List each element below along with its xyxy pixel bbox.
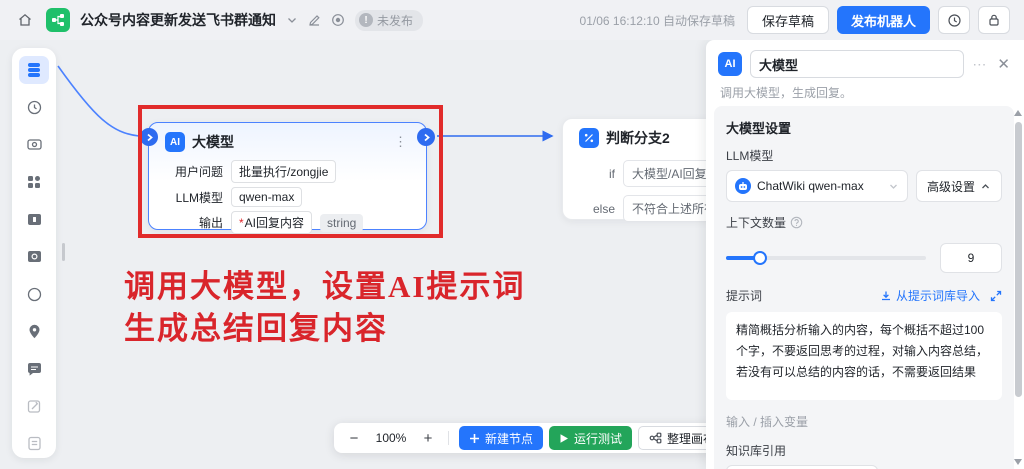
sidebar-item-wallet-node[interactable] <box>19 131 49 159</box>
node-output-type: string <box>320 213 364 232</box>
annotation-text: 调用大模型，设置AI提示词 生成总结回复内容 <box>124 269 526 346</box>
branch-else-label: else <box>592 201 615 216</box>
autosave-status: 01/06 16:12:10 自动保存草稿 <box>579 13 735 28</box>
context-count-slider[interactable] <box>726 251 926 265</box>
home-icon[interactable] <box>14 9 36 31</box>
context-count-input[interactable] <box>940 243 1002 273</box>
scroll-up-arrow[interactable] <box>1014 110 1022 116</box>
workflow-title: 公众号内容更新发送飞书群通知 <box>80 12 276 28</box>
node-menu-icon[interactable]: ⋮ <box>394 134 412 150</box>
sidebar-item-compose-node[interactable] <box>19 392 49 420</box>
node-field-label: LLM模型 <box>175 190 223 205</box>
slider-handle[interactable] <box>753 251 767 265</box>
branch-if-label: if <box>609 166 615 181</box>
sidebar-item-doc-node[interactable] <box>19 430 49 458</box>
context-count-label: 上下文数量 <box>726 214 1002 231</box>
status-badge: ! 未发布 <box>355 9 424 31</box>
scrollbar-thumb[interactable] <box>1015 122 1022 397</box>
lock-button[interactable] <box>978 6 1010 34</box>
zoom-level: 100% <box>375 431 407 445</box>
branch-node-icon <box>579 128 599 148</box>
insert-variable-hint[interactable]: 输入 / 插入变量 <box>726 413 1002 430</box>
more-options-icon[interactable]: ⋯ <box>972 56 987 73</box>
advanced-settings-button[interactable]: 高级设置 <box>915 170 1002 202</box>
input-connector[interactable] <box>140 128 158 146</box>
output-connector[interactable] <box>417 128 435 146</box>
help-icon[interactable] <box>790 216 803 229</box>
sidebar-item-apps-node[interactable] <box>19 168 49 196</box>
expand-prompt-icon[interactable] <box>990 290 1002 302</box>
prompt-label: 提示词 <box>726 289 763 303</box>
sidebar-item-pin-node[interactable] <box>19 318 49 346</box>
llm-model-value: ChatWiki qwen-max <box>757 179 864 193</box>
model-settings-card: 大模型设置 LLM模型 ChatWiki qwen-max 高级设置 上下文数量 <box>714 106 1014 469</box>
topbar: 公众号内容更新发送飞书群通知 ! 未发布 01/06 16:12:10 自动保存… <box>0 0 1024 40</box>
zoom-in-button[interactable]: + <box>418 430 438 447</box>
robot-icon <box>735 178 751 194</box>
sidebar-item-disc-node[interactable] <box>19 243 49 271</box>
llm-node[interactable]: AI 大模型 ⋮ 用户问题 批量执行/zongjie LLM模型 qwen-ma… <box>140 122 435 234</box>
canvas-toolbar: − 100% + 新建节点 运行测试 整理画布 <box>334 423 733 453</box>
toolbar-divider <box>448 431 449 445</box>
node-field-value: qwen-max <box>231 187 303 207</box>
status-badge-label: 未发布 <box>377 13 414 28</box>
app-logo-icon[interactable] <box>46 8 70 32</box>
chevron-down-icon <box>890 184 897 189</box>
run-test-button[interactable]: 运行测试 <box>549 426 633 450</box>
canvas-scroll-thumb[interactable] <box>62 243 65 261</box>
scroll-down-arrow[interactable] <box>1014 459 1022 465</box>
close-panel-icon[interactable]: ✕ <box>995 55 1012 73</box>
add-node-button[interactable]: 新建节点 <box>459 426 544 450</box>
llm-node-title: 大模型 <box>192 134 234 150</box>
node-output-value: *AI回复内容 <box>231 211 313 234</box>
knowledge-base-select[interactable] <box>726 465 878 469</box>
model-settings-heading: 大模型设置 <box>726 121 792 136</box>
chevron-up-icon <box>982 183 989 188</box>
node-config-panel: AI ⋯ ✕ 调用大模型，生成回复。 大模型设置 LLM模型 ChatWiki … <box>706 40 1024 469</box>
node-field-label: 用户问题 <box>174 165 223 179</box>
sidebar-item-chat-node[interactable] <box>19 355 49 383</box>
publish-bot-button[interactable]: 发布机器人 <box>836 6 930 34</box>
prompt-textarea[interactable]: 精简概括分析输入的内容，每个概括不超过100个字，不要返回思考的过程，对输入内容… <box>726 312 1002 400</box>
zoom-out-button[interactable]: − <box>344 430 364 447</box>
knowledge-base-label: 知识库引用 <box>726 444 787 458</box>
node-field-value: 批量执行/zongjie <box>231 160 337 183</box>
node-field-label: 输出 <box>198 216 223 230</box>
sidebar-item-circle-node[interactable] <box>19 280 49 308</box>
exclamation-icon: ! <box>359 13 373 27</box>
llm-model-label: LLM模型 <box>726 149 774 163</box>
ai-panel-icon: AI <box>718 52 742 76</box>
edit-title-icon[interactable] <box>308 14 321 27</box>
ai-node-icon: AI <box>165 132 185 152</box>
history-button[interactable] <box>938 6 970 34</box>
save-draft-button[interactable]: 保存草稿 <box>746 6 829 34</box>
node-palette-sidebar <box>12 48 56 458</box>
llm-model-select[interactable]: ChatWiki qwen-max <box>726 170 908 202</box>
node-title-input[interactable] <box>750 50 965 78</box>
import-prompt-link[interactable]: 从提示词库导入 <box>880 287 980 304</box>
chevron-down-icon[interactable] <box>286 14 298 26</box>
import-icon <box>881 291 890 300</box>
target-icon[interactable] <box>331 13 345 27</box>
sidebar-item-clock-node[interactable] <box>19 93 49 121</box>
sidebar-item-image-node[interactable] <box>19 205 49 233</box>
sidebar-item-model-node[interactable] <box>19 56 49 85</box>
panel-scrollbar[interactable] <box>1014 110 1023 465</box>
